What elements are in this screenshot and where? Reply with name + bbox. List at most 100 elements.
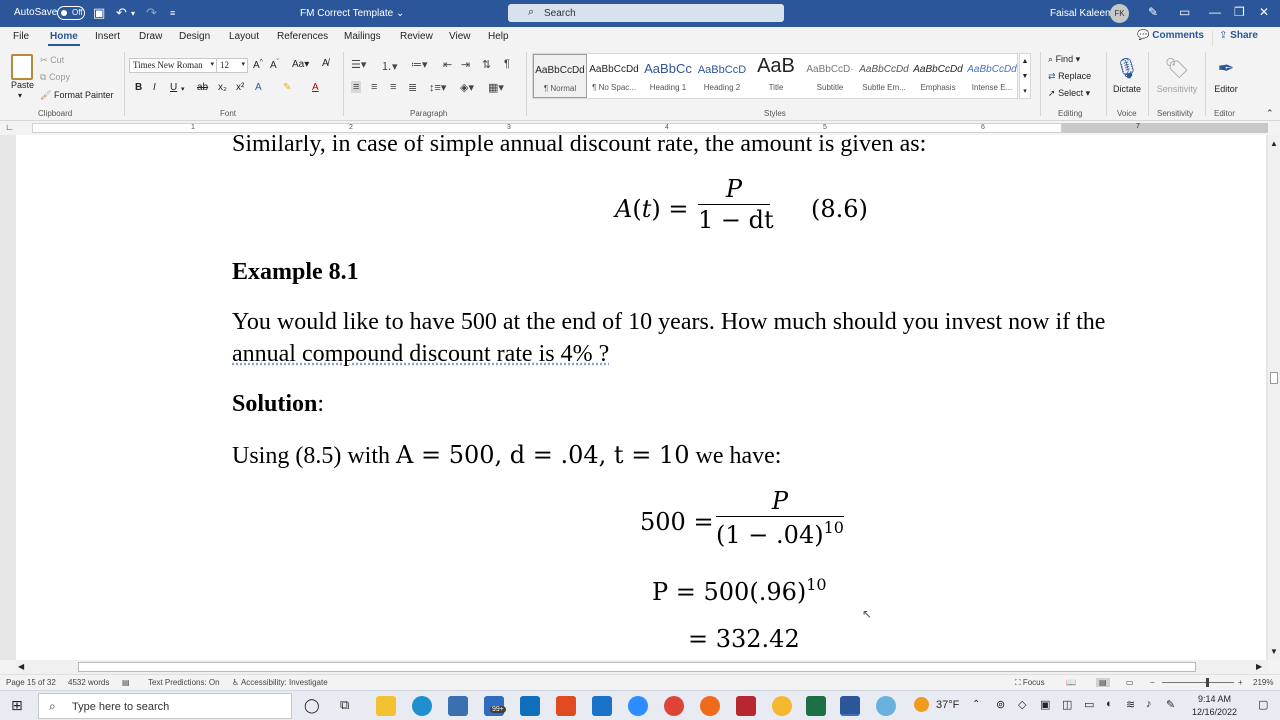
document-title[interactable]: FM Correct Template ⌄ — [300, 8, 404, 19]
format-painter-button[interactable]: 🖌 Format Painter — [40, 90, 113, 101]
underline-dropdown-icon[interactable]: ▾ — [181, 85, 185, 93]
editor-button[interactable]: ✒ Editor — [1209, 56, 1243, 94]
text-predictions[interactable]: Text Predictions: On — [148, 678, 220, 687]
dictate-button[interactable]: 🎙 Dictate — [1110, 56, 1144, 94]
autosave-toggle[interactable]: Off — [57, 6, 85, 20]
user-name[interactable]: Faisal Kaleem — [1050, 8, 1113, 19]
grow-font-icon[interactable]: A^ — [253, 59, 263, 71]
tray-icon[interactable]: ⊚ — [996, 698, 1005, 711]
font-name-select[interactable]: Times New Roman ▾ — [129, 58, 217, 73]
redo-icon[interactable]: ↷ — [146, 5, 157, 21]
ribbon-display-icon[interactable]: ▭ — [1179, 5, 1190, 19]
file-explorer-icon[interactable] — [376, 696, 396, 716]
increase-indent-icon[interactable]: ⇥ — [461, 58, 470, 71]
search-box[interactable]: ⌕ Search — [508, 4, 784, 22]
chevron-up-icon[interactable]: ▲ — [1022, 58, 1029, 65]
edge-icon[interactable] — [412, 696, 432, 716]
read-mode-icon[interactable]: 📖 — [1066, 678, 1076, 687]
notifications-icon[interactable]: ▢ — [1258, 698, 1268, 711]
task-view-icon[interactable]: ⧉ — [340, 697, 349, 713]
underline-button[interactable]: U — [170, 82, 177, 93]
avatar[interactable]: FK — [1110, 4, 1129, 23]
tab-mailings[interactable]: Mailings — [344, 31, 381, 42]
style-heading-1[interactable]: AaBbCc Heading 1 — [641, 54, 695, 98]
change-case-icon[interactable]: Aa▾ — [292, 59, 309, 70]
pen-icon[interactable]: ✎ — [1166, 698, 1175, 711]
tab-references[interactable]: References — [277, 31, 328, 42]
align-left-icon[interactable]: ≡ — [351, 81, 362, 93]
tab-insert[interactable]: Insert — [95, 31, 120, 42]
office-icon[interactable] — [556, 696, 576, 716]
strikethrough-button[interactable]: ab — [197, 82, 208, 93]
align-right-icon[interactable]: ≡ — [390, 81, 396, 93]
pen-icon[interactable]: ✎ — [1148, 5, 1158, 19]
tray-icon[interactable]: ◫ — [1062, 698, 1072, 711]
firefox-icon[interactable] — [700, 696, 720, 716]
replace-button[interactable]: ⇄ Replace — [1048, 71, 1091, 82]
italic-button[interactable]: I — [153, 82, 156, 93]
scroll-left-icon[interactable]: ◀ — [18, 662, 24, 671]
numbering-icon[interactable]: ⒈▾ — [381, 58, 398, 74]
subscript-button[interactable]: x₂ — [218, 82, 227, 93]
chrome-icon[interactable] — [664, 696, 684, 716]
proofing-icon[interactable]: ▤ — [122, 678, 130, 687]
style-normal[interactable]: AaBbCcDd ¶ Normal — [533, 54, 587, 98]
style-no-spacing[interactable]: AaBbCcDd ¶ No Spac... — [587, 54, 641, 98]
style-intense-emphasis[interactable]: AaBbCcDd Intense E... — [965, 54, 1019, 98]
share-button[interactable]: ⇪ Share — [1212, 30, 1270, 46]
tab-view[interactable]: View — [449, 31, 471, 42]
zoom-slider[interactable] — [1162, 682, 1234, 683]
minimize-icon[interactable]: — — [1209, 5, 1221, 19]
paste-icon[interactable] — [11, 54, 33, 80]
text-effects-icon[interactable]: A — [255, 82, 262, 93]
accessibility-status[interactable]: ♿ Accessibility: Investigate — [232, 678, 328, 687]
page-count[interactable]: Page 15 of 32 — [6, 678, 56, 687]
undo-dropdown-icon[interactable]: ▾ — [131, 9, 135, 18]
paste-button[interactable]: Paste — [11, 80, 34, 90]
style-title[interactable]: AaB Title — [749, 54, 803, 98]
superscript-button[interactable]: x² — [236, 82, 244, 93]
comments-button[interactable]: 💬 Comments — [1137, 30, 1205, 46]
line-spacing-icon[interactable]: ↕≡▾ — [429, 81, 446, 94]
tray-icon[interactable]: ▣ — [1040, 698, 1050, 711]
web-layout-icon[interactable]: ▭ — [1126, 678, 1134, 687]
customize-toolbar-icon[interactable]: ≡ — [170, 8, 175, 18]
zoom-slider-thumb[interactable] — [1206, 678, 1209, 687]
restore-icon[interactable]: ❐ — [1234, 5, 1245, 19]
align-center-icon[interactable]: ≡ — [371, 81, 377, 93]
show-formatting-icon[interactable]: ¶ — [504, 58, 510, 70]
wifi-icon[interactable]: ≋ — [1126, 698, 1135, 711]
scroll-thumb[interactable] — [1270, 372, 1278, 384]
collapse-ribbon-icon[interactable]: ⌃ — [1266, 108, 1274, 119]
ruler-strip[interactable]: 1 2 3 4 5 6 — [32, 123, 1062, 133]
tray-icon[interactable]: ◐ — [1106, 698, 1113, 710]
battery-icon[interactable]: ▭ — [1084, 698, 1094, 711]
chevron-down-icon[interactable]: ▼ — [1022, 73, 1029, 80]
style-subtitle[interactable]: AaBbCcD· Subtitle — [803, 54, 857, 98]
styles-scroll[interactable]: ▲ ▼ ▾ — [1019, 53, 1031, 99]
document-page[interactable]: Similarly, in case of simple annual disc… — [16, 135, 1266, 660]
zoom-level[interactable]: 219% — [1253, 678, 1273, 687]
scroll-down-icon[interactable]: ▼ — [1270, 647, 1278, 656]
horizontal-scrollbar[interactable]: ◀ ▶ — [16, 660, 1268, 674]
vertical-scrollbar[interactable]: ▲ ▼ — [1268, 135, 1280, 660]
style-subtle-emphasis[interactable]: AaBbCcDd Subtle Em... — [857, 54, 911, 98]
tab-review[interactable]: Review — [400, 31, 433, 42]
font-color-icon[interactable]: A — [312, 82, 319, 93]
weather-temp[interactable]: 37°F — [936, 699, 959, 711]
volume-icon[interactable]: ♪ — [1146, 698, 1152, 710]
word-count[interactable]: 4532 words — [68, 678, 109, 687]
cortana-icon[interactable]: ◯ — [304, 697, 320, 714]
style-heading-2[interactable]: AaBbCcD Heading 2 — [695, 54, 749, 98]
decrease-indent-icon[interactable]: ⇤ — [443, 58, 452, 71]
paste-dropdown-icon[interactable]: ▾ — [18, 91, 22, 100]
weather-icon[interactable] — [914, 697, 929, 712]
tab-layout[interactable]: Layout — [229, 31, 259, 42]
shading-icon[interactable]: ◈▾ — [460, 81, 474, 94]
tab-file[interactable]: File — [13, 31, 29, 42]
tray-icon[interactable]: ◇ — [1018, 698, 1026, 711]
taskbar-search[interactable]: ⌕ Type here to search — [38, 693, 292, 719]
find-button[interactable]: ⌕ Find ▾ — [1048, 54, 1080, 65]
sensitivity-button[interactable]: 🏷 Sensitivity — [1152, 56, 1202, 94]
justify-icon[interactable]: ≣ — [408, 81, 417, 94]
